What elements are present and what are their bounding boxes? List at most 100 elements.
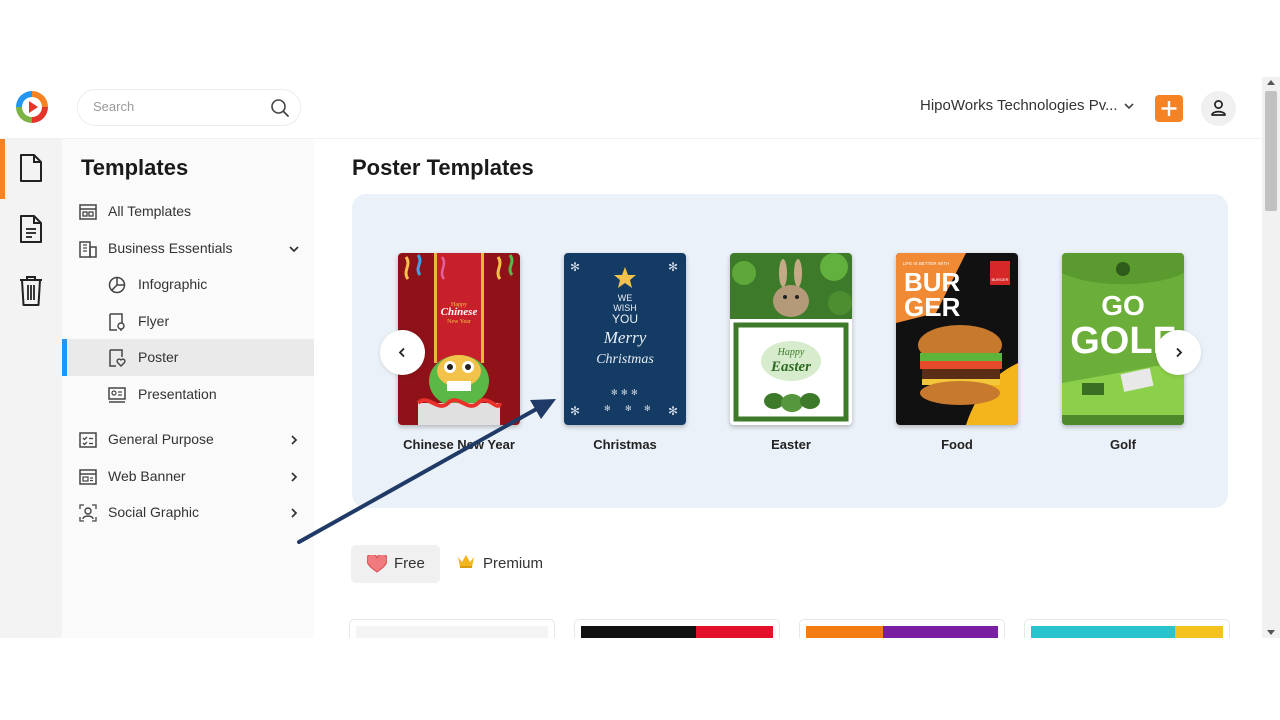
svg-text:✻: ✻ <box>631 388 638 397</box>
svg-text:✻: ✻ <box>604 404 611 413</box>
thumb-text: Happy <box>777 347 805 358</box>
crown-icon <box>457 553 475 574</box>
app-logo-icon[interactable] <box>15 90 49 124</box>
page-scrollbar[interactable] <box>1262 77 1280 638</box>
filter-free-button[interactable]: Free <box>351 545 440 583</box>
template-thumbnail[interactable] <box>1031 626 1223 638</box>
chevron-right-icon[interactable] <box>288 470 300 482</box>
sidebar-item-presentation[interactable]: Presentation <box>62 376 314 413</box>
card-label: Food <box>941 437 973 452</box>
text-document-icon <box>20 215 42 243</box>
app-window: HipoWorks Technologies Pv... Templates <box>0 77 1280 638</box>
filter-free-label: Free <box>394 555 425 572</box>
thumb-text: BURGER <box>991 277 1008 282</box>
template-thumbnail[interactable] <box>356 626 548 638</box>
pie-chart-icon <box>107 275 127 295</box>
sidebar-item-general-purpose[interactable]: General Purpose <box>62 421 314 458</box>
sidebar-item-social-graphic[interactable]: Social Graphic <box>62 494 314 531</box>
sidebar-item-flyer[interactable]: Flyer <box>62 303 314 340</box>
scroll-down-arrow-icon[interactable] <box>1267 630 1275 635</box>
thumb-text: New Year <box>447 319 471 325</box>
heart-icon <box>366 553 388 578</box>
svg-text:✻: ✻ <box>625 404 632 413</box>
sidebar-item-label: Poster <box>138 349 179 365</box>
template-card[interactable] <box>1024 619 1230 638</box>
category-card-christmas[interactable]: WE WISH YOU Merry Christmas ✻ ✻ ✻ ✻ ✻ ✻ ✻ ✻ ✻… <box>564 253 686 452</box>
chevron-down-icon[interactable] <box>1123 99 1135 111</box>
scroll-up-arrow-icon[interactable] <box>1267 80 1275 85</box>
web-banner-icon <box>78 467 98 487</box>
category-card-food[interactable]: LIFE IS BETTER WITH BUR GER BURGER Food <box>896 253 1018 452</box>
thumb-text: GO <box>1101 290 1145 321</box>
add-button[interactable] <box>1155 95 1183 122</box>
carousel-next-button[interactable] <box>1156 330 1201 375</box>
organization-name[interactable]: HipoWorks Technologies Pv... <box>920 97 1118 114</box>
left-rail <box>0 139 62 638</box>
rail-documents[interactable] <box>0 200 62 260</box>
sidebar-item-label: Web Banner <box>108 468 186 484</box>
scroll-thumb[interactable] <box>1265 91 1277 211</box>
top-header: HipoWorks Technologies Pv... <box>0 77 1262 139</box>
search-input[interactable] <box>93 99 263 114</box>
filter-premium-label: Premium <box>483 555 544 572</box>
svg-text:✻: ✻ <box>621 388 628 397</box>
thumb-text: GER <box>904 292 961 322</box>
sidebar-item-web-banner[interactable]: Web Banner <box>62 458 314 495</box>
thumb-text: Merry <box>603 328 647 347</box>
chevron-right-icon[interactable] <box>288 433 300 445</box>
sidebar-item-label: Infographic <box>138 276 208 292</box>
page-title: Poster Templates <box>352 155 534 180</box>
trash-icon <box>20 276 42 306</box>
sidebar-title: Templates <box>81 155 189 180</box>
checklist-icon <box>78 430 98 450</box>
thumb-text: WE <box>618 293 633 303</box>
thumb-text: Chinese <box>441 306 478 318</box>
user-avatar[interactable] <box>1201 91 1236 126</box>
document-icon <box>20 154 42 182</box>
social-icon <box>78 503 98 523</box>
thumbnail-easter[interactable]: Happy Easter <box>730 253 852 425</box>
thumb-text: LIFE IS BETTER WITH <box>903 261 950 266</box>
layout-icon <box>78 202 98 222</box>
carousel-prev-button[interactable] <box>380 330 425 375</box>
sidebar-item-label: Social Graphic <box>108 504 200 520</box>
card-label: Christmas <box>593 437 657 452</box>
svg-text:✻: ✻ <box>611 388 618 397</box>
thumb-text: Easter <box>770 359 811 375</box>
chevron-down-icon[interactable] <box>288 242 300 254</box>
thumb-text: Christmas <box>596 352 654 367</box>
filter-premium-button[interactable]: Premium <box>451 545 561 583</box>
main-content: Poster Templates Happy Chinese New Year … <box>314 139 1262 638</box>
sidebar-item-label: Presentation <box>138 386 217 402</box>
chevron-right-icon[interactable] <box>288 506 300 518</box>
template-thumbnail[interactable] <box>581 626 773 638</box>
svg-text:✻: ✻ <box>570 260 580 274</box>
template-card[interactable] <box>799 619 1005 638</box>
template-card[interactable] <box>349 619 555 638</box>
rail-templates[interactable] <box>0 139 62 199</box>
svg-text:✻: ✻ <box>570 404 580 418</box>
flyer-icon <box>107 312 127 332</box>
sidebar-item-infographic[interactable]: Infographic <box>62 266 314 303</box>
template-thumbnail[interactable] <box>806 626 998 638</box>
svg-text:✻: ✻ <box>668 404 678 418</box>
presentation-icon <box>107 385 127 405</box>
sidebar-item-business-essentials[interactable]: Business Essentials <box>62 230 314 267</box>
thumb-text: YOU <box>612 312 638 326</box>
card-label: Chinese New Year <box>403 437 515 452</box>
card-label: Easter <box>771 437 811 452</box>
thumbnail-christmas[interactable]: WE WISH YOU Merry Christmas ✻ ✻ ✻ ✻ ✻ ✻ ✻ ✻ ✻… <box>564 253 686 425</box>
chevron-right-icon <box>1176 347 1183 358</box>
sidebar-item-all-templates[interactable]: All Templates <box>62 193 314 230</box>
sidebar-item-label: Business Essentials <box>108 240 233 256</box>
thumbnail-food[interactable]: LIFE IS BETTER WITH BUR GER BURGER <box>896 253 1018 425</box>
chevron-left-icon <box>398 347 405 358</box>
category-card-easter[interactable]: Happy Easter Easter <box>730 253 852 452</box>
rail-trash[interactable] <box>0 261 62 321</box>
search-box[interactable] <box>77 89 301 126</box>
sidebar-item-label: All Templates <box>108 203 192 219</box>
search-icon[interactable] <box>270 98 290 118</box>
plus-icon <box>1161 101 1177 116</box>
sidebar-item-poster[interactable]: Poster <box>62 339 314 376</box>
template-card[interactable] <box>574 619 780 638</box>
